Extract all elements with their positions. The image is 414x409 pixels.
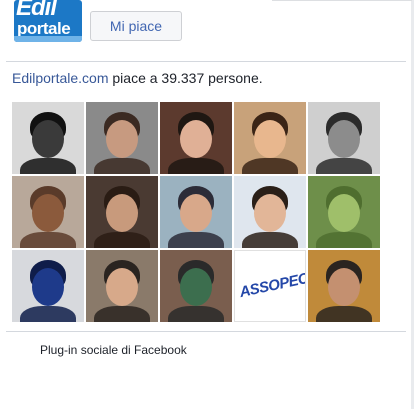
page-logo[interactable]: Edil portale — [14, 0, 82, 42]
avatar-body — [94, 158, 150, 174]
avatar-body — [168, 306, 224, 322]
avatar-body — [316, 306, 372, 322]
avatar-face — [180, 194, 212, 232]
avatar-body — [20, 306, 76, 322]
fan-avatar[interactable] — [308, 102, 380, 174]
likes-summary: Edilportale.com piace a 39.337 persone. — [12, 70, 263, 86]
avatar-body — [20, 158, 76, 174]
likes-count-text: piace a 39.337 persone. — [108, 70, 263, 86]
avatar-face — [180, 120, 212, 158]
avatar-face — [180, 268, 212, 306]
avatar-body — [168, 232, 224, 248]
avatar-body — [20, 232, 76, 248]
avatar-body — [242, 158, 298, 174]
fan-avatar[interactable] — [160, 176, 232, 248]
avatar-face — [32, 268, 64, 306]
avatar-body — [316, 232, 372, 248]
avatar-body — [242, 232, 298, 248]
top-divider — [272, 0, 412, 1]
social-plugin-label: Plug-in sociale di Facebook — [40, 343, 187, 357]
avatar-face — [106, 120, 138, 158]
fan-avatar[interactable] — [308, 250, 380, 322]
like-button[interactable]: Mi piace — [90, 11, 182, 41]
fan-avatar[interactable] — [234, 176, 306, 248]
fan-avatar-text: ASSOPEC — [237, 269, 306, 302]
divider-top — [6, 61, 406, 62]
fan-avatar[interactable] — [86, 102, 158, 174]
avatar-face — [328, 194, 360, 232]
avatar-face — [32, 120, 64, 158]
fan-avatar[interactable] — [12, 176, 84, 248]
avatar-face — [32, 194, 64, 232]
avatar-body — [316, 158, 372, 174]
avatar-body — [168, 158, 224, 174]
avatar-face — [106, 194, 138, 232]
fan-avatar[interactable] — [160, 102, 232, 174]
fan-avatar[interactable] — [86, 250, 158, 322]
avatar-face — [328, 120, 360, 158]
fan-avatar[interactable]: ASSOPEC — [234, 250, 306, 322]
page-link[interactable]: Edilportale.com — [12, 70, 109, 86]
logo-band — [14, 36, 82, 42]
divider-bottom — [6, 331, 406, 332]
fan-avatar[interactable] — [160, 250, 232, 322]
avatar-face — [328, 268, 360, 306]
avatar-face — [254, 194, 286, 232]
fan-avatar[interactable] — [234, 102, 306, 174]
avatar-body — [94, 306, 150, 322]
avatar-face — [254, 120, 286, 158]
avatar-body — [94, 232, 150, 248]
fan-avatar[interactable] — [308, 176, 380, 248]
fan-avatar[interactable] — [12, 250, 84, 322]
fan-avatar[interactable] — [86, 176, 158, 248]
avatar-face — [106, 268, 138, 306]
fan-avatar[interactable] — [12, 102, 84, 174]
